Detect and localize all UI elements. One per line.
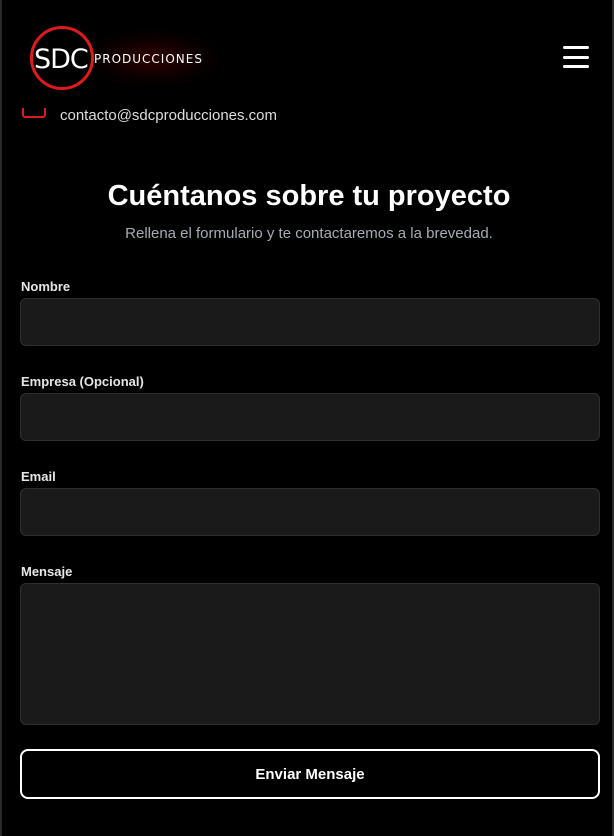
form-subtitle: Rellena el formulario y te contactaremos… xyxy=(125,225,493,242)
contact-email-link[interactable]: contacto@sdcproducciones.com xyxy=(60,108,277,124)
menu-bar xyxy=(563,55,589,59)
email-label: Email xyxy=(21,469,56,484)
mail-icon xyxy=(22,108,46,118)
menu-bar xyxy=(563,65,589,68)
name-label: Nombre xyxy=(21,279,71,294)
email-field[interactable] xyxy=(20,488,600,536)
sdc-logo[interactable]: SDC Producciones xyxy=(28,24,218,94)
logo-main-text: SDC xyxy=(34,44,89,75)
contact-email-row[interactable]: contacto@sdcproducciones.com xyxy=(22,108,422,128)
logo-sub-text: Producciones xyxy=(94,52,203,66)
menu-bar xyxy=(563,46,589,49)
message-field[interactable] xyxy=(20,583,600,725)
company-field[interactable] xyxy=(20,393,600,441)
form-title: Cuéntanos sobre tu proyecto xyxy=(107,180,511,212)
submit-button[interactable]: Enviar Mensaje xyxy=(20,749,600,799)
site-header: SDC Producciones xyxy=(2,0,612,112)
hamburger-menu-icon[interactable] xyxy=(563,46,589,68)
name-field[interactable] xyxy=(20,298,600,346)
company-label: Empresa (Opcional) xyxy=(21,374,144,389)
message-label: Mensaje xyxy=(21,564,73,579)
